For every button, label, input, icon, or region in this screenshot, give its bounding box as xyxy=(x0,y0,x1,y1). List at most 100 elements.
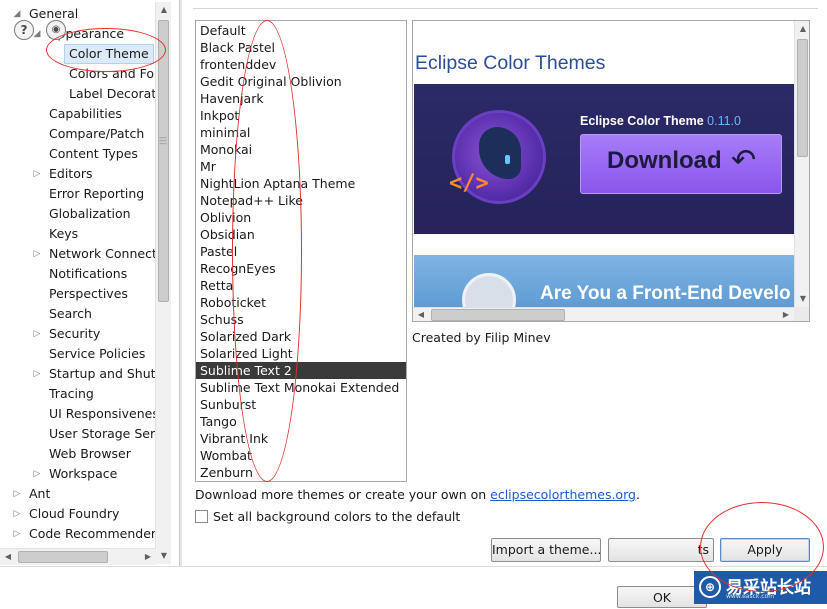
tree-item[interactable]: Notifications xyxy=(0,264,172,284)
theme-list-item[interactable]: Zenburn xyxy=(196,464,406,481)
theme-list-item[interactable]: Tango xyxy=(196,413,406,430)
tree-item[interactable]: ▷ Code Recommenders xyxy=(0,524,172,544)
tree-item-label: Colors and Fon xyxy=(69,66,162,81)
theme-list-item[interactable]: Monokai xyxy=(196,141,406,158)
tree-item[interactable]: ▷ Cloud Foundry xyxy=(0,504,172,524)
theme-list[interactable]: Default Black Pastel frontenddev Gedit Orig… xyxy=(195,20,407,482)
collapsed-triangle-icon[interactable]: ▷ xyxy=(12,484,22,504)
scroll-right-arrow-icon[interactable]: ▶ xyxy=(778,308,794,321)
theme-list-item[interactable]: Notepad++ Like xyxy=(196,192,406,209)
theme-list-item[interactable]: Havenjark xyxy=(196,90,406,107)
theme-preview[interactable]: Eclipse Color Themes </> Eclipse Color T… xyxy=(412,20,810,322)
theme-list-item[interactable]: Solarized Dark xyxy=(196,328,406,345)
tree-item[interactable]: Compare/Patch xyxy=(0,124,172,144)
tree-item[interactable]: UI Responsiveness xyxy=(0,404,172,424)
theme-list-item[interactable]: frontenddev xyxy=(196,56,406,73)
scrollbar-thumb[interactable] xyxy=(431,309,565,321)
help-icon[interactable]: ? xyxy=(14,20,34,40)
tree-item[interactable]: Globalization xyxy=(0,204,172,224)
theme-list-item[interactable]: Solarized Light xyxy=(196,345,406,362)
collapsed-triangle-icon[interactable]: ▷ xyxy=(12,524,22,544)
tree-item[interactable]: Content Types xyxy=(0,144,172,164)
theme-logo-icon: </> xyxy=(449,110,546,204)
theme-list-item[interactable]: minimal xyxy=(196,124,406,141)
tree-item[interactable]: ▷ Security xyxy=(0,324,172,344)
collapsed-triangle-icon[interactable]: ▷ xyxy=(32,364,42,384)
scrollbar-thumb[interactable] xyxy=(18,551,108,563)
tree-item[interactable]: Error Reporting xyxy=(0,184,172,204)
download-label: Download xyxy=(607,147,722,174)
theme-list-item[interactable]: Gedit Original Oblivion xyxy=(196,73,406,90)
tree-item-label: Workspace xyxy=(49,466,118,481)
theme-list-item[interactable]: Retta xyxy=(196,277,406,294)
preview-horizontal-scrollbar[interactable]: ◀ ▶ xyxy=(413,307,794,321)
default-background-option[interactable]: Set all background colors to the default xyxy=(195,509,460,524)
apply-button[interactable]: Apply xyxy=(720,538,810,562)
banner-version-line: Eclipse Color Theme 0.11.0 xyxy=(580,114,741,128)
download-more-suffix: . xyxy=(635,487,640,502)
collapsed-triangle-icon[interactable]: ▷ xyxy=(32,244,42,264)
scroll-up-arrow-icon[interactable]: ▲ xyxy=(156,2,172,18)
tree-item[interactable]: Colors and Fon xyxy=(0,64,172,84)
scroll-down-arrow-icon[interactable]: ▼ xyxy=(795,291,809,307)
tree-item[interactable]: Search xyxy=(0,304,172,324)
tree-item-label: Security xyxy=(49,326,101,341)
panel-splitter[interactable] xyxy=(179,0,182,566)
scroll-left-arrow-icon[interactable]: ◀ xyxy=(413,308,429,321)
tree-item[interactable]: Web Browser xyxy=(0,444,172,464)
preview-vertical-scrollbar[interactable]: ▲ ▼ xyxy=(794,21,809,307)
theme-list-item[interactable]: RecognEyes xyxy=(196,260,406,277)
scroll-up-arrow-icon[interactable]: ▲ xyxy=(795,21,809,37)
tree-item[interactable]: Service Policies xyxy=(0,344,172,364)
theme-list-item[interactable]: Sublime Text Monokai Extended xyxy=(196,379,406,396)
import-theme-button[interactable]: Import a theme... xyxy=(491,538,601,562)
tree-item[interactable]: ▷ Ant xyxy=(0,484,172,504)
tree-vertical-scrollbar[interactable]: ▲ — — — ▼ xyxy=(155,2,171,564)
tree-item[interactable]: User Storage Serv xyxy=(0,424,172,444)
download-button[interactable]: Download ↶ xyxy=(580,134,782,194)
theme-list-item[interactable]: Black Pastel xyxy=(196,39,406,56)
theme-list-item[interactable]: NightLion Aptana Theme xyxy=(196,175,406,192)
tree-item-label: Content Types xyxy=(49,146,138,161)
theme-list-item[interactable]: Mr xyxy=(196,158,406,175)
scroll-left-arrow-icon[interactable]: ◀ xyxy=(0,549,16,565)
theme-list-item[interactable]: Schuss xyxy=(196,311,406,328)
scroll-right-arrow-icon[interactable]: ▶ xyxy=(140,549,156,565)
watermark-subtext: www.easck.com xyxy=(726,593,775,600)
scrollbar-thumb[interactable] xyxy=(158,20,169,302)
tree-item[interactable]: Tracing xyxy=(0,384,172,404)
theme-list-item[interactable]: Pastel xyxy=(196,243,406,260)
preference-tree[interactable]: ◢ General ◢ Appearance Color Theme Colors and… xyxy=(0,0,172,566)
tree-item[interactable]: ▷ Workspace xyxy=(0,464,172,484)
theme-list-item[interactable]: Sunburst xyxy=(196,396,406,413)
download-arrow-icon: ↶ xyxy=(731,143,757,178)
tree-item[interactable]: Keys xyxy=(0,224,172,244)
theme-list-item[interactable]: Sublime Text 2 xyxy=(196,362,406,379)
collapsed-triangle-icon[interactable]: ▷ xyxy=(12,504,22,524)
themes-site-link[interactable]: eclipsecolorthemes.org xyxy=(490,487,636,502)
theme-list-item[interactable]: Roboticket xyxy=(196,294,406,311)
tree-item[interactable]: Capabilities xyxy=(0,104,172,124)
tree-item[interactable]: Color Theme xyxy=(0,44,172,64)
collapsed-triangle-icon[interactable]: ▷ xyxy=(32,164,42,184)
theme-list-item[interactable]: Oblivion xyxy=(196,209,406,226)
tree-item[interactable]: ▷ Editors xyxy=(0,164,172,184)
scrollbar-thumb[interactable] xyxy=(797,39,808,157)
tree-item[interactable]: Label Decoratio xyxy=(0,84,172,104)
tree-item[interactable]: ▷ Network Connectio xyxy=(0,244,172,264)
collapsed-triangle-icon[interactable]: ▷ xyxy=(32,464,42,484)
restore-defaults-button[interactable]: ts xyxy=(608,538,714,562)
import-export-icon[interactable]: ◉ xyxy=(46,20,66,40)
tree-item[interactable]: Perspectives xyxy=(0,284,172,304)
theme-list-item[interactable]: Inkpot xyxy=(196,107,406,124)
scroll-down-arrow-icon[interactable]: ▼ xyxy=(156,548,172,564)
theme-list-item[interactable]: Vibrant Ink xyxy=(196,430,406,447)
theme-list-item[interactable]: Default xyxy=(196,22,406,39)
tree-item-label: Globalization xyxy=(49,206,131,221)
collapsed-triangle-icon[interactable]: ▷ xyxy=(32,324,42,344)
default-background-checkbox[interactable] xyxy=(195,510,208,523)
tree-item[interactable]: ▷ Startup and Shutd xyxy=(0,364,172,384)
theme-list-item[interactable]: Obsidian xyxy=(196,226,406,243)
theme-list-item[interactable]: Wombat xyxy=(196,447,406,464)
tree-horizontal-scrollbar[interactable]: ◀ ▶ xyxy=(0,548,156,565)
